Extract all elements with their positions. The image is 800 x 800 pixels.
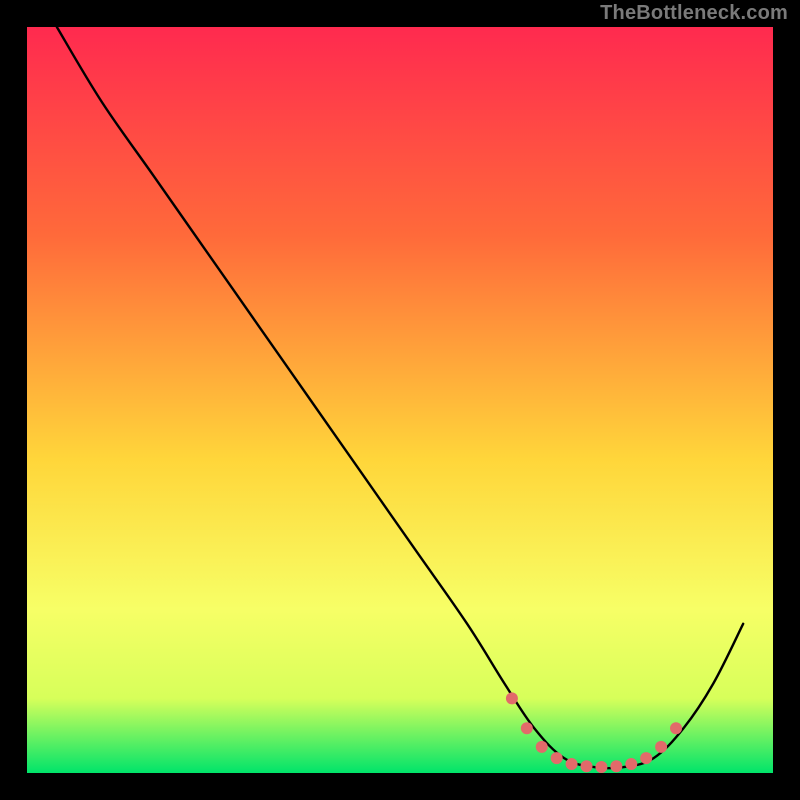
- bottleneck-chart: [0, 0, 800, 800]
- marker-dot: [655, 741, 667, 753]
- marker-dot: [521, 722, 533, 734]
- gradient-plot-area: [27, 27, 773, 773]
- marker-dot: [581, 760, 593, 772]
- marker-dot: [536, 741, 548, 753]
- marker-dot: [551, 752, 563, 764]
- marker-dot: [670, 722, 682, 734]
- marker-dot: [595, 761, 607, 773]
- marker-dot: [566, 758, 578, 770]
- marker-dot: [506, 692, 518, 704]
- chart-frame: { "watermark": "TheBottleneck.com", "cha…: [0, 0, 800, 800]
- watermark-text: TheBottleneck.com: [600, 2, 788, 25]
- marker-dot: [640, 752, 652, 764]
- marker-dot: [610, 760, 622, 772]
- marker-dot: [625, 758, 637, 770]
